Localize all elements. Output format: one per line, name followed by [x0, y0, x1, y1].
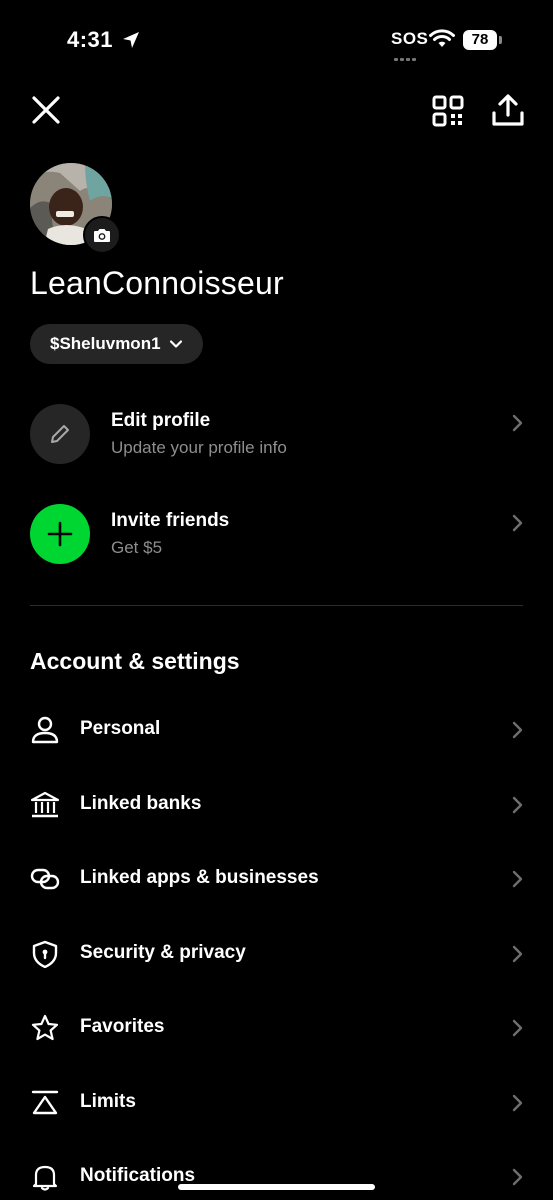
invite-friends-subtitle: Get $5: [111, 538, 163, 557]
home-indicator[interactable]: [178, 1184, 375, 1190]
chevron-right-icon: [512, 721, 523, 739]
invite-friends-row[interactable]: Invite friends Get $5: [30, 504, 523, 566]
battery-cap-icon: [499, 36, 502, 44]
menu-label-notifications: Notifications: [80, 1165, 196, 1186]
menu-item-limits[interactable]: Limits: [30, 1082, 523, 1122]
chevron-right-icon: [512, 945, 523, 963]
wifi-icon: [429, 29, 455, 47]
menu-label-security: Security & privacy: [80, 942, 246, 963]
display-name: LeanConnoisseur: [30, 265, 284, 301]
qr-code-icon[interactable]: [431, 94, 465, 128]
bell-icon: [32, 1165, 58, 1191]
menu-label-limits: Limits: [80, 1091, 136, 1112]
menu-item-linked-banks[interactable]: Linked banks: [30, 784, 523, 824]
location-arrow-icon: [123, 32, 139, 48]
menu-label-linked-banks: Linked banks: [80, 793, 202, 814]
bank-icon: [30, 791, 60, 818]
chevron-right-icon: [512, 1094, 523, 1112]
carrier-label: SOS: [391, 29, 429, 48]
status-bar: 4:31 SOS 78: [0, 0, 553, 80]
chevron-right-icon: [512, 1019, 523, 1037]
section-divider: [30, 605, 523, 606]
menu-item-security[interactable]: Security & privacy: [30, 933, 523, 973]
menu-item-personal[interactable]: Personal: [30, 709, 523, 749]
limits-icon: [31, 1090, 59, 1115]
menu-item-favorites[interactable]: Favorites: [30, 1007, 523, 1047]
account-settings-heading: Account & settings: [30, 648, 240, 674]
chevron-right-icon: [512, 796, 523, 814]
plus-icon: [47, 521, 73, 547]
change-photo-button[interactable]: [83, 216, 121, 254]
menu-item-notifications[interactable]: Notifications: [30, 1156, 523, 1196]
menu-label-personal: Personal: [80, 718, 161, 739]
person-icon: [31, 716, 59, 744]
edit-profile-subtitle: Update your profile info: [111, 438, 287, 457]
cashtag-selector[interactable]: $Sheluvmon1: [30, 324, 203, 364]
invite-friends-title: Invite friends: [111, 510, 230, 531]
star-icon: [31, 1014, 59, 1041]
menu-item-linked-apps[interactable]: Linked apps & businesses: [30, 858, 523, 898]
chevron-down-icon: [169, 340, 182, 348]
chevron-right-icon: [512, 414, 523, 432]
edit-profile-row[interactable]: Edit profile Update your profile info: [30, 404, 523, 466]
signal-dots-icon: [394, 48, 420, 61]
cashtag-label: $Sheluvmon1: [50, 334, 161, 353]
link-icon: [30, 868, 60, 890]
chevron-right-icon: [512, 1168, 523, 1186]
edit-profile-title: Edit profile: [111, 410, 211, 431]
edit-profile-icon-circle: [30, 404, 90, 464]
menu-label-linked-apps: Linked apps & businesses: [80, 867, 319, 888]
invite-friends-icon-circle: [30, 504, 90, 564]
shield-icon: [32, 940, 58, 968]
battery-level: 78: [463, 30, 497, 50]
share-upload-icon[interactable]: [491, 93, 525, 127]
camera-icon: [94, 228, 110, 242]
close-icon[interactable]: [30, 94, 62, 126]
menu-label-favorites: Favorites: [80, 1016, 165, 1037]
chevron-right-icon: [512, 514, 523, 532]
status-time: 4:31: [67, 27, 114, 52]
pencil-icon: [51, 425, 69, 443]
chevron-right-icon: [512, 870, 523, 888]
